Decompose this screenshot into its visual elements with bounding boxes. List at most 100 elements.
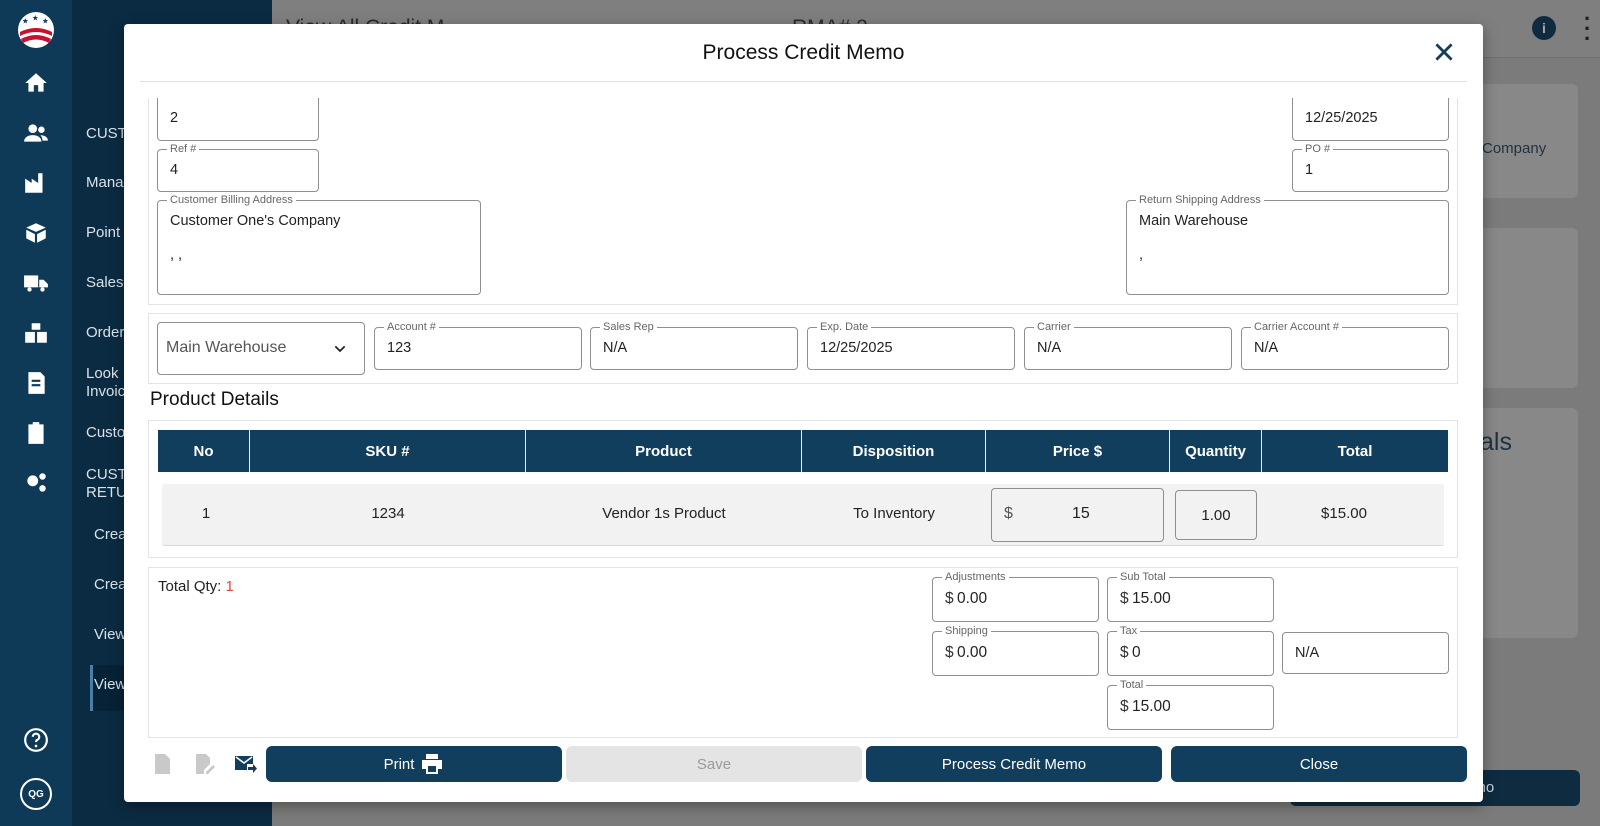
adjustments-field[interactable]: Adjustments $ 0.00 xyxy=(932,571,1099,622)
rma-field[interactable]: 2 xyxy=(157,98,319,141)
side-menu-item[interactable]: Mana xyxy=(86,174,124,192)
side-menu-item[interactable]: Sales xyxy=(86,274,124,292)
dialog-header: Process Credit Memo xyxy=(140,24,1467,82)
close-button-label: Close xyxy=(1299,755,1339,773)
carrier-account-value: N/A xyxy=(1254,340,1279,356)
carrier-field[interactable]: Carrier N/A xyxy=(1024,321,1232,370)
warehouse-select[interactable]: Main Warehouse xyxy=(157,322,365,375)
sub-total-field: Sub Total $ 15.00 xyxy=(1107,571,1274,622)
date-field[interactable]: 12/25/2025 xyxy=(1292,98,1449,141)
shipping-label: Shipping xyxy=(942,625,991,637)
product-details-heading: Product Details xyxy=(150,389,279,410)
help-icon[interactable] xyxy=(22,726,50,754)
tax-code-value: N/A xyxy=(1295,645,1320,661)
print-button[interactable]: Print xyxy=(266,746,562,782)
close-button[interactable]: Close xyxy=(1171,746,1467,782)
side-menu-item[interactable]: Order xyxy=(86,324,124,342)
shipping-field[interactable]: Shipping $ 0.00 xyxy=(932,625,1099,676)
side-menu-item[interactable]: Look xyxy=(86,365,119,383)
adjustments-prefix: $ xyxy=(945,590,954,607)
document-icon[interactable] xyxy=(150,752,174,776)
side-menu-item[interactable]: Invoic xyxy=(86,383,125,401)
carrier-account-field[interactable]: Carrier Account # N/A xyxy=(1241,321,1449,370)
po-field[interactable]: PO # 1 xyxy=(1292,143,1449,192)
exp-date-value: 12/25/2025 xyxy=(820,340,893,356)
print-button-label: Print xyxy=(383,755,415,773)
shipping-address-label: Return Shipping Address xyxy=(1136,194,1264,206)
column-header-sku: SKU # xyxy=(250,430,526,472)
customer-billing-address-field[interactable]: Customer Billing Address Customer One's … xyxy=(157,194,481,295)
warehouse-icon[interactable] xyxy=(22,319,50,347)
ref-label: Ref # xyxy=(167,143,200,155)
quantity-input[interactable]: 1.00 xyxy=(1175,490,1257,540)
adjustments-label: Adjustments xyxy=(942,571,1009,583)
dialog-title: Process Credit Memo xyxy=(702,41,905,64)
rma-value: 2 xyxy=(170,110,179,126)
account-value: 123 xyxy=(387,340,412,356)
price-input[interactable]: $ 15 xyxy=(991,488,1164,542)
price-prefix: $ xyxy=(1004,505,1013,522)
tax-label: Tax xyxy=(1117,625,1141,637)
users-icon[interactable] xyxy=(22,119,50,147)
home-icon[interactable] xyxy=(22,69,50,97)
account-field[interactable]: Account # 123 xyxy=(374,321,582,370)
po-value: 1 xyxy=(1305,162,1314,178)
save-button-label: Save xyxy=(696,755,732,773)
billing-address-line1: Customer One's Company xyxy=(170,213,341,229)
clipboard-icon[interactable] xyxy=(22,419,50,447)
close-icon[interactable] xyxy=(1431,39,1457,65)
side-menu-section: CUST xyxy=(86,466,127,483)
total-qty: Total Qty: 1 xyxy=(158,578,234,595)
box-icon[interactable] xyxy=(22,219,50,247)
total-value: 15.00 xyxy=(1132,698,1171,715)
exp-date-label: Exp. Date xyxy=(817,321,872,333)
process-button-label: Process Credit Memo xyxy=(941,755,1087,773)
tax-code-field[interactable]: N/A xyxy=(1282,632,1449,674)
side-menu-item[interactable]: View xyxy=(94,626,126,644)
carrier-label: Carrier xyxy=(1034,321,1074,333)
gears-icon[interactable] xyxy=(22,469,50,497)
ref-field[interactable]: Ref # 4 xyxy=(157,143,319,192)
avatar[interactable]: QG xyxy=(20,778,52,810)
tax-field[interactable]: Tax $ 0 xyxy=(1107,625,1274,676)
return-shipping-address-field[interactable]: Return Shipping Address Main Warehouse , xyxy=(1126,194,1449,295)
logo-icon xyxy=(18,12,54,48)
ref-value: 4 xyxy=(170,162,179,178)
sales-rep-value: N/A xyxy=(603,340,628,356)
column-header-disposition: Disposition xyxy=(802,430,986,472)
save-button[interactable]: Save xyxy=(566,746,862,782)
side-menu-item[interactable]: View xyxy=(94,676,126,694)
side-menu-section: RETU xyxy=(86,484,127,501)
sub-total-label: Sub Total xyxy=(1117,571,1169,583)
more-vert-icon[interactable]: · · · xyxy=(1584,8,1591,50)
invoice-icon[interactable] xyxy=(22,369,50,397)
row-total: $15.00 xyxy=(1321,505,1367,522)
column-header-total: Total xyxy=(1337,442,1373,460)
sales-rep-field[interactable]: Sales Rep N/A xyxy=(590,321,798,370)
carrier-value: N/A xyxy=(1037,340,1062,356)
shipping-value: 0.00 xyxy=(957,644,988,661)
account-label: Account # xyxy=(384,321,439,333)
email-forward-icon[interactable] xyxy=(233,752,257,776)
row-disposition: To Inventory xyxy=(853,505,935,522)
nav-rail: QG xyxy=(0,0,72,826)
product-table-header: No SKU # Product Disposition Price $ Qua… xyxy=(158,430,1448,472)
edit-document-icon[interactable] xyxy=(192,752,216,776)
total-label: Total xyxy=(1117,679,1147,691)
side-menu-item[interactable]: Crea xyxy=(94,526,127,544)
side-menu-item[interactable]: Crea xyxy=(94,576,127,594)
row-sku: 1234 xyxy=(371,505,405,522)
sales-rep-label: Sales Rep xyxy=(600,321,657,333)
tax-value: 0 xyxy=(1132,644,1141,661)
exp-date-field[interactable]: Exp. Date 12/25/2025 xyxy=(807,321,1015,370)
factory-icon[interactable] xyxy=(22,169,50,197)
truck-icon[interactable] xyxy=(22,269,50,297)
total-qty-value: 1 xyxy=(225,578,234,595)
info-icon[interactable]: i xyxy=(1532,16,1556,40)
process-credit-memo-button[interactable]: Process Credit Memo xyxy=(866,746,1162,782)
side-menu-item[interactable]: Point xyxy=(86,224,120,242)
sub-total-value: 15.00 xyxy=(1132,590,1171,607)
side-menu-item[interactable]: Custo xyxy=(86,424,125,442)
shipping-address-line1: Main Warehouse xyxy=(1139,213,1249,229)
adjustments-value: 0.00 xyxy=(957,590,988,607)
